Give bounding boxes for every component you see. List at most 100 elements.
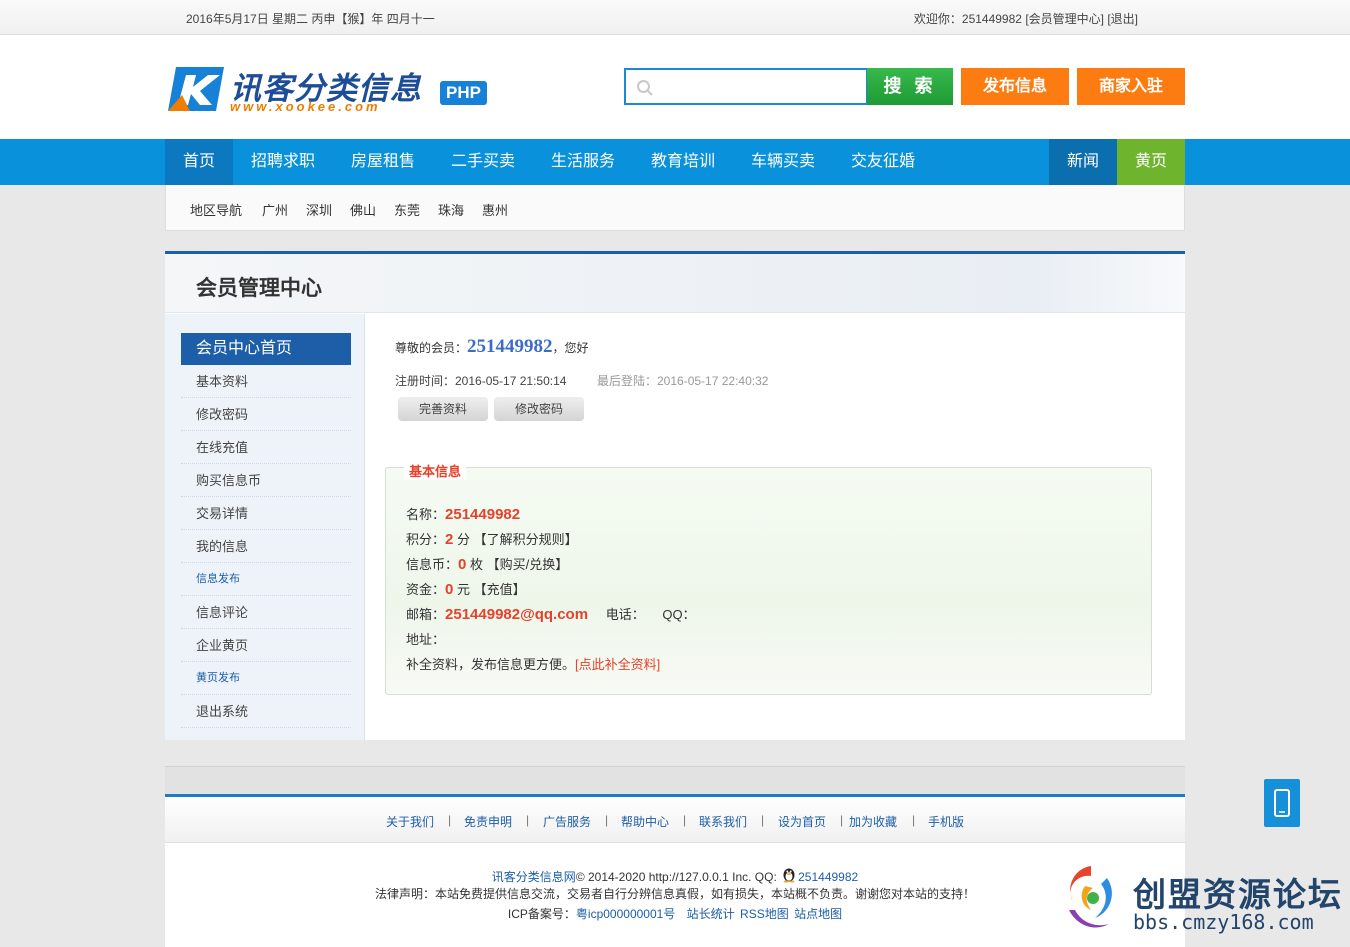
- region-link-huizhou[interactable]: 惠州: [482, 200, 508, 219]
- basic-info-legend: 基本信息: [404, 461, 467, 480]
- recharge-link[interactable]: 【充值】: [474, 582, 526, 597]
- footer-info: 讯客分类信息网© 2014-2020 http://127.0.0.1 Inc.…: [165, 842, 1185, 947]
- nav-item-dating[interactable]: 交友征婚: [833, 139, 933, 185]
- points-rules-link[interactable]: 【了解积分规则】: [474, 532, 578, 547]
- basic-info-box: 基本信息 名称：251449982 积分：2 分 【了解积分规则】 信息币：0 …: [385, 461, 1152, 695]
- member-center-link[interactable]: [会员管理中心]: [1025, 12, 1104, 26]
- copyright-site-link[interactable]: 讯客分类信息网: [492, 870, 576, 884]
- phone-label: 电话：: [605, 607, 645, 622]
- funds-label: 资金：: [406, 582, 446, 597]
- footer-link-contact[interactable]: 联系我们: [699, 813, 747, 830]
- footer-link-bookmark[interactable]: 加为收藏: [849, 813, 897, 830]
- copyright-text: © 2014-2020 http://127.0.0.1 Inc. QQ:: [575, 870, 781, 884]
- buy-exchange-link[interactable]: 【购买/兑换】: [487, 557, 569, 572]
- region-link-zhuhai[interactable]: 珠海: [438, 200, 464, 219]
- sidebar-item-comments[interactable]: 信息评论: [181, 596, 351, 629]
- footer-link-disclaimer[interactable]: 免责申明: [464, 813, 512, 830]
- sidebar-item-post-info[interactable]: 信息发布: [181, 563, 351, 596]
- complete-profile-button[interactable]: 完善资料: [398, 397, 488, 421]
- footer-link-ads[interactable]: 广告服务: [543, 813, 591, 830]
- footer-link-help[interactable]: 帮助中心: [621, 813, 669, 830]
- footer-divider: [165, 766, 1185, 794]
- sidebar-item-change-password[interactable]: 修改密码: [181, 398, 351, 431]
- info-funds-row: 资金：0 元 【充值】: [406, 579, 526, 598]
- nav-item-secondhand[interactable]: 二手买卖: [433, 139, 533, 185]
- greeting-suffix: ，您好: [552, 341, 589, 355]
- site-logo[interactable]: 讯客分类信息 www.xookee.com PHP: [168, 65, 498, 115]
- watermark-name: 创盟资源论坛: [1133, 876, 1343, 913]
- panel-title-bar: 会员管理中心: [165, 254, 1185, 313]
- region-label: 地区导航: [190, 203, 243, 218]
- nav-item-vehicles[interactable]: 车辆买卖: [733, 139, 833, 185]
- footer-qq-link[interactable]: 251449982: [798, 870, 858, 884]
- footer-link-mobile[interactable]: 手机版: [928, 813, 964, 830]
- search-icon: [637, 80, 653, 96]
- post-info-button[interactable]: 发布信息: [961, 68, 1069, 105]
- last-login-time: 最后登陆：2016-05-17 22:40:32: [597, 374, 769, 388]
- region-nav: 地区导航 广州 深圳 佛山 东莞 珠海 惠州: [165, 185, 1185, 231]
- icp-label: ICP备案号：: [507, 907, 576, 921]
- points-unit: 分: [453, 532, 474, 547]
- icp-link[interactable]: 粤icp000000001号: [576, 907, 675, 921]
- sitemap-link[interactable]: 站点地图: [794, 907, 842, 921]
- footer-separator: |: [448, 813, 452, 827]
- footer-links: 关于我们 | 免责申明 | 广告服务 | 帮助中心 | 联系我们 | 设为首页 …: [165, 794, 1185, 842]
- copyright-line: 讯客分类信息网© 2014-2020 http://127.0.0.1 Inc.…: [165, 865, 1185, 885]
- name-value: 251449982: [445, 506, 521, 523]
- footer-separator: |: [840, 813, 844, 827]
- sidebar-item-home[interactable]: 会员中心首页: [181, 333, 351, 365]
- nav-item-home[interactable]: 首页: [165, 139, 233, 185]
- search-input[interactable]: [662, 70, 862, 103]
- change-password-button[interactable]: 修改密码: [494, 397, 584, 421]
- footer-separator: |: [526, 813, 530, 827]
- member-content: 尊敬的会员：251449982，您好 注册时间：2016-05-17 21:50…: [365, 314, 1185, 740]
- register-time: 注册时间：2016-05-17 21:50:14: [395, 374, 567, 388]
- region-link-shenzhen[interactable]: 深圳: [306, 200, 332, 219]
- email-value: 251449982@qq.com: [445, 606, 589, 623]
- sidebar-item-my-posts[interactable]: 我的信息: [181, 530, 351, 563]
- merchant-join-button[interactable]: 商家入驻: [1077, 68, 1185, 105]
- nav-item-news[interactable]: 新闻: [1049, 139, 1117, 185]
- nav-item-yellow-pages[interactable]: 黄页: [1117, 139, 1185, 185]
- info-tip-row: 补全资料，发布信息更方便。[点此补全资料]: [406, 654, 660, 673]
- footer-link-set-home[interactable]: 设为首页: [778, 813, 826, 830]
- info-address-row: 地址：: [406, 629, 445, 648]
- logo-php-badge: PHP: [440, 81, 487, 105]
- coins-unit: 枚: [466, 557, 487, 572]
- top-bar: 2016年5月17日 星期二 丙申【猴】年 四月十一 欢迎你：251449982…: [0, 0, 1350, 35]
- welcome-text: 欢迎你：251449982: [913, 12, 1022, 26]
- mobile-version-button[interactable]: [1264, 779, 1300, 827]
- email-label: 邮箱：: [406, 607, 446, 622]
- region-link-foshan[interactable]: 佛山: [350, 200, 376, 219]
- welcome-area: 欢迎你：251449982 [会员管理中心] [退出]: [912, 10, 1138, 27]
- mobile-phone-icon: [1274, 789, 1290, 817]
- page-title: 会员管理中心: [196, 277, 322, 300]
- region-link-guangzhou[interactable]: 广州: [262, 200, 288, 219]
- nav-item-life-services[interactable]: 生活服务: [533, 139, 633, 185]
- footer-link-about[interactable]: 关于我们: [386, 813, 434, 830]
- watermark-logo-icon: [1069, 866, 1112, 928]
- logout-link[interactable]: [退出]: [1107, 12, 1138, 26]
- complete-profile-link[interactable]: [点此补全资料]: [575, 657, 660, 672]
- sidebar-item-buy-coins[interactable]: 购买信息币: [181, 464, 351, 497]
- name-label: 名称：: [406, 507, 446, 522]
- sidebar-item-logout[interactable]: 退出系统: [181, 695, 351, 728]
- forum-watermark: 创盟资源论坛 bbs.cmzy168.com: [1055, 858, 1345, 943]
- sidebar-item-recharge[interactable]: 在线充值: [181, 431, 351, 464]
- region-link-dongguan[interactable]: 东莞: [394, 200, 420, 219]
- sidebar-item-profile[interactable]: 基本资料: [181, 365, 351, 398]
- footer-separator: |: [912, 813, 916, 827]
- member-sidebar: 会员中心首页 基本资料 修改密码 在线充值 购买信息币 交易详情 我的信息 信息…: [165, 314, 365, 740]
- nav-item-education[interactable]: 教育培训: [633, 139, 733, 185]
- complete-tip: 补全资料，发布信息更方便。: [406, 657, 576, 672]
- date-text: 2016年5月17日 星期二 丙申【猴】年 四月十一: [186, 12, 435, 26]
- rss-map-link[interactable]: RSS地图: [740, 907, 789, 921]
- search-button[interactable]: 搜 索: [867, 68, 953, 105]
- sidebar-item-post-yellow-page[interactable]: 黄页发布: [181, 662, 351, 695]
- sidebar-item-company-pages[interactable]: 企业黄页: [181, 629, 351, 662]
- sidebar-item-transactions[interactable]: 交易详情: [181, 497, 351, 530]
- nav-item-jobs[interactable]: 招聘求职: [233, 139, 333, 185]
- info-name-row: 名称：251449982: [406, 504, 520, 523]
- nav-item-housing[interactable]: 房屋租售: [333, 139, 433, 185]
- stats-link[interactable]: 站长统计: [687, 907, 735, 921]
